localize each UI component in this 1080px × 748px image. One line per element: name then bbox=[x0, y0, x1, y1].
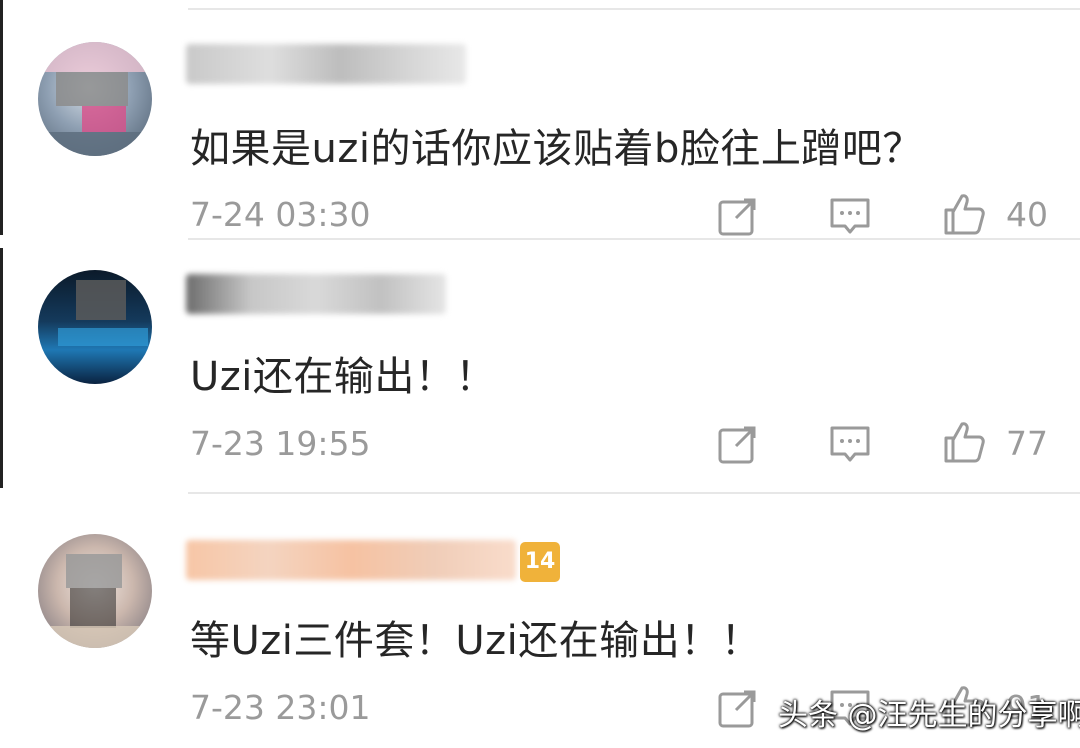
like-icon[interactable] bbox=[942, 420, 986, 464]
reply-icon[interactable] bbox=[828, 194, 872, 238]
share-icon[interactable] bbox=[716, 194, 760, 238]
like-icon[interactable] bbox=[942, 192, 986, 236]
watermark-text: 头条 @汪先生的分享啊 bbox=[778, 698, 1080, 733]
avatar[interactable] bbox=[38, 270, 152, 384]
share-icon[interactable] bbox=[716, 422, 760, 466]
username-blurred[interactable] bbox=[186, 540, 516, 580]
avatar[interactable] bbox=[38, 42, 152, 156]
comment-time: 7-23 19:55 bbox=[190, 424, 371, 463]
avatar[interactable] bbox=[38, 534, 152, 648]
like-count: 77 bbox=[1006, 424, 1048, 463]
comment-time: 7-24 03:30 bbox=[190, 195, 371, 234]
comment-text: 等Uzi三件套！Uzi还在输出！！ bbox=[190, 618, 762, 664]
like-count: 40 bbox=[1006, 195, 1048, 234]
comment-item: Uzi还在输出！！ 7-23 19:55 77 bbox=[0, 240, 1080, 490]
comment-text: Uzi还在输出！！ bbox=[190, 354, 496, 400]
comment-list: 如果是uzi的话你应该贴着b脸往上蹭吧？ 7-24 03:30 40 Uzi还在… bbox=[0, 0, 1080, 748]
comment-item: 如果是uzi的话你应该贴着b脸往上蹭吧？ 7-24 03:30 40 bbox=[0, 0, 1080, 240]
comment-text: 如果是uzi的话你应该贴着b脸往上蹭吧？ bbox=[190, 126, 923, 172]
reply-icon[interactable] bbox=[828, 422, 872, 466]
username-blurred[interactable] bbox=[186, 44, 466, 84]
username-blurred[interactable] bbox=[186, 274, 446, 314]
divider bbox=[188, 492, 1080, 494]
user-level-badge: 14 bbox=[520, 542, 560, 582]
comment-time: 7-23 23:01 bbox=[190, 688, 371, 727]
share-icon[interactable] bbox=[716, 686, 760, 730]
